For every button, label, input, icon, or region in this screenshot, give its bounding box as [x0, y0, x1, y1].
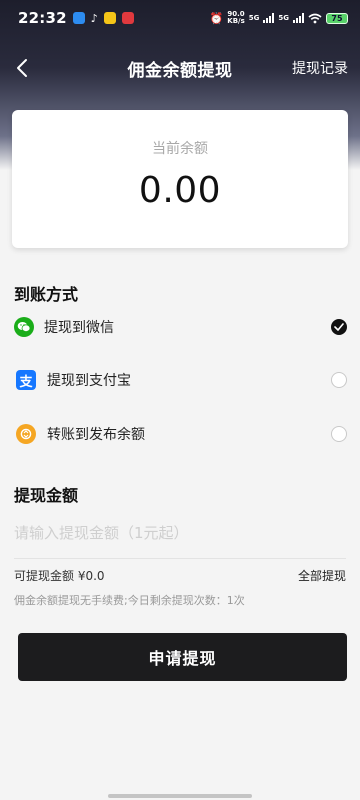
notification-app-icon	[103, 12, 116, 24]
sim1-label: 5G	[248, 14, 260, 22]
amount-input[interactable]	[14, 518, 346, 548]
home-indicator[interactable]	[108, 794, 252, 798]
wifi-icon	[308, 13, 322, 23]
withdraw-records-link[interactable]: 提现记录	[292, 58, 348, 78]
method-label: 转账到发布余额	[47, 427, 145, 443]
alipay-icon: 支	[16, 370, 36, 390]
withdraw-all-button[interactable]: 全部提现	[298, 567, 346, 584]
back-button[interactable]	[8, 54, 36, 82]
notification-app-icon	[72, 12, 85, 24]
wechat-icon	[14, 317, 34, 337]
payout-method-title: 到账方式	[14, 285, 79, 304]
status-left: 22:32 ♪	[18, 9, 134, 27]
transfer-icon	[16, 424, 36, 444]
battery-icon: 75	[326, 12, 348, 24]
notification-app-icon	[121, 12, 134, 24]
alarm-icon: ⏰	[209, 11, 224, 25]
method-label: 提现到微信	[44, 320, 114, 336]
method-label: 提现到支付宝	[47, 373, 131, 389]
net-speed: 90.0 KB/s	[227, 11, 244, 25]
net-speed-unit: KB/s	[227, 17, 245, 25]
check-icon	[334, 323, 344, 331]
balance-card: 当前余额 0.00	[12, 110, 348, 248]
method-wechat[interactable]: 提现到微信	[0, 305, 360, 349]
sim2-label: 5G	[278, 14, 289, 22]
radio-unselected[interactable]	[331, 426, 347, 442]
nav-bar: 佣金余额提现 提现记录	[0, 46, 360, 90]
status-right: ⏰ 90.0 KB/s 5G 5G 75	[210, 11, 348, 25]
signal-icon	[293, 13, 304, 23]
amount-title: 提现金额	[14, 486, 79, 505]
available-amount: 可提现金额 ¥0.0	[14, 569, 105, 583]
apply-withdraw-button[interactable]: 申请提现	[18, 633, 347, 681]
method-alipay[interactable]: 支 提现到支付宝	[0, 358, 360, 402]
page-title: 佣金余额提现	[127, 60, 233, 81]
signal-icon	[263, 13, 275, 23]
chevron-left-icon	[17, 59, 27, 77]
radio-selected[interactable]	[331, 319, 347, 335]
status-bar: 22:32 ♪ ⏰ 90.0 KB/s 5G 5G 75	[0, 0, 360, 36]
method-transfer[interactable]: 转账到发布余额	[0, 412, 360, 456]
radio-unselected[interactable]	[331, 372, 347, 388]
tiktok-icon: ♪	[90, 11, 98, 25]
fee-note: 佣金余额提现无手续费;今日剩余提现次数：1次	[14, 594, 245, 607]
status-time: 22:32	[18, 9, 67, 27]
balance-value: 0.00	[138, 170, 222, 211]
withdraw-page: 22:32 ♪ ⏰ 90.0 KB/s 5G 5G 75 佣金余额提现 提现记录…	[0, 0, 360, 800]
divider	[14, 558, 346, 559]
balance-label: 当前余额	[152, 141, 208, 157]
